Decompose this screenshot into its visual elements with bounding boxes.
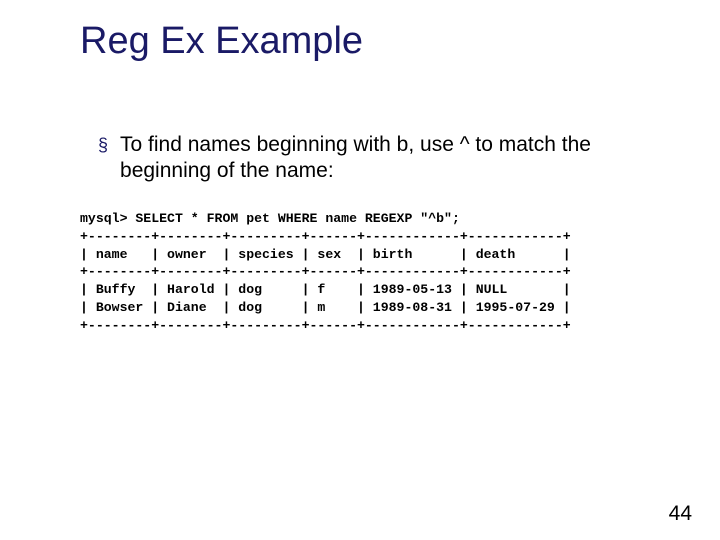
page-number: 44 — [669, 502, 692, 526]
slide: Reg Ex Example § To find names beginning… — [0, 0, 720, 540]
bullet-marker-icon: § — [98, 132, 108, 158]
bullet-text: To find names beginning with b, use ^ to… — [120, 132, 660, 184]
bullet-item: § To find names beginning with b, use ^ … — [98, 132, 660, 184]
slide-title: Reg Ex Example — [80, 20, 363, 63]
code-block: mysql> SELECT * FROM pet WHERE name REGE… — [80, 210, 571, 335]
